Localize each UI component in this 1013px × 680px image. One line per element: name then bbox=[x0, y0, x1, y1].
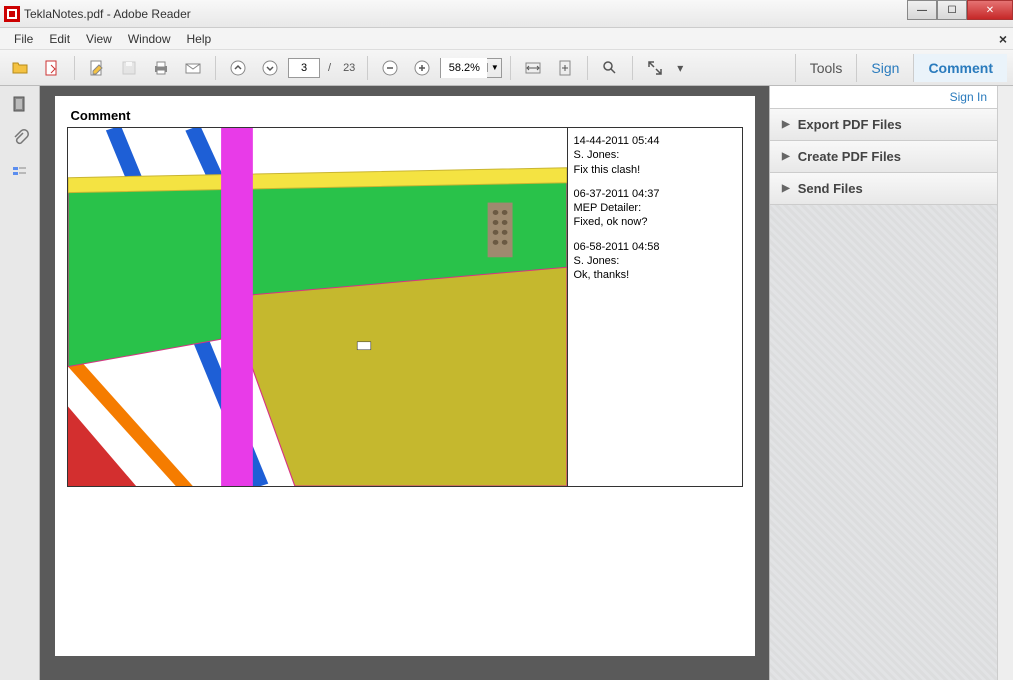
titlebar: TeklaNotes.pdf - Adobe Reader — ☐ ✕ bbox=[0, 0, 1013, 28]
accordion-create-pdf[interactable]: ▶ Create PDF Files bbox=[770, 141, 997, 173]
zoom-in-icon[interactable] bbox=[408, 54, 436, 82]
bookmarks-icon[interactable] bbox=[10, 162, 30, 182]
comment-author: S. Jones: bbox=[574, 254, 736, 268]
toolbar-separator bbox=[74, 56, 75, 80]
menu-help[interactable]: Help bbox=[179, 30, 220, 48]
comment-author: S. Jones: bbox=[574, 148, 736, 162]
read-mode-icon[interactable] bbox=[641, 54, 669, 82]
comment-tab[interactable]: Comment bbox=[913, 54, 1007, 82]
page-separator: / bbox=[324, 62, 335, 74]
model-render bbox=[68, 128, 567, 486]
sign-in-link[interactable]: Sign In bbox=[770, 86, 997, 109]
page-total: 23 bbox=[339, 62, 359, 74]
convert-icon[interactable] bbox=[38, 54, 66, 82]
chevron-right-icon: ▶ bbox=[782, 183, 790, 194]
menubar: File Edit View Window Help × bbox=[0, 28, 1013, 50]
toolbar-right: Tools Sign Comment bbox=[795, 54, 1007, 82]
attachments-icon[interactable] bbox=[10, 128, 30, 148]
minimize-button[interactable]: — bbox=[907, 0, 937, 20]
toolbar-separator bbox=[632, 56, 633, 80]
chevron-right-icon: ▶ bbox=[782, 151, 790, 162]
save-icon[interactable] bbox=[115, 54, 143, 82]
page-content: 14-44-2011 05:44 S. Jones: Fix this clas… bbox=[67, 127, 743, 487]
accordion-label: Create PDF Files bbox=[798, 149, 901, 164]
search-icon[interactable] bbox=[596, 54, 624, 82]
right-panel: Sign In ▶ Export PDF Files ▶ Create PDF … bbox=[769, 86, 997, 680]
zoom-input-group[interactable]: ▼ bbox=[440, 58, 502, 78]
zoom-out-icon[interactable] bbox=[376, 54, 404, 82]
comment-text: Fixed, ok now? bbox=[574, 215, 736, 229]
thumbnails-icon[interactable] bbox=[10, 94, 30, 114]
toolbar-separator bbox=[587, 56, 588, 80]
toolbar-separator bbox=[367, 56, 368, 80]
accordion-label: Send Files bbox=[798, 181, 863, 196]
comment-timestamp: 14-44-2011 05:44 bbox=[574, 134, 736, 148]
more-dropdown-icon[interactable]: ▾ bbox=[673, 54, 687, 82]
page-up-icon[interactable] bbox=[224, 54, 252, 82]
window-controls: — ☐ ✕ bbox=[907, 0, 1013, 20]
render-view bbox=[68, 128, 567, 486]
panel-fill bbox=[770, 205, 997, 680]
email-icon[interactable] bbox=[179, 54, 207, 82]
menu-view[interactable]: View bbox=[78, 30, 120, 48]
comment-author: MEP Detailer: bbox=[574, 201, 736, 215]
chevron-right-icon: ▶ bbox=[782, 119, 790, 130]
zoom-input[interactable] bbox=[441, 58, 487, 78]
accordion-export-pdf[interactable]: ▶ Export PDF Files bbox=[770, 109, 997, 141]
page-number-input[interactable] bbox=[288, 58, 320, 78]
vertical-scrollbar[interactable] bbox=[997, 86, 1013, 680]
print-icon[interactable] bbox=[147, 54, 175, 82]
comment-text: Fix this clash! bbox=[574, 163, 736, 177]
toolbar-separator bbox=[215, 56, 216, 80]
edit-icon[interactable] bbox=[83, 54, 111, 82]
app-icon bbox=[4, 6, 20, 22]
comment-entry: 06-37-2011 04:37 MEP Detailer: Fixed, ok… bbox=[574, 187, 736, 230]
comment-timestamp: 06-37-2011 04:37 bbox=[574, 187, 736, 201]
pdf-page: Comment bbox=[55, 96, 755, 656]
toolbar-separator bbox=[510, 56, 511, 80]
open-icon[interactable] bbox=[6, 54, 34, 82]
fit-width-icon[interactable] bbox=[519, 54, 547, 82]
window-title: TeklaNotes.pdf - Adobe Reader bbox=[24, 7, 191, 21]
document-area[interactable]: Comment bbox=[40, 86, 769, 680]
toolbar: / 23 ▼ ▾ Tools Sign Comment bbox=[0, 50, 1013, 86]
zoom-dropdown-icon[interactable]: ▼ bbox=[487, 63, 501, 72]
comment-entry: 14-44-2011 05:44 S. Jones: Fix this clas… bbox=[574, 134, 736, 177]
maximize-button[interactable]: ☐ bbox=[937, 0, 967, 20]
sign-tab[interactable]: Sign bbox=[856, 54, 913, 82]
comment-text: Ok, thanks! bbox=[574, 268, 736, 282]
comment-entry: 06-58-2011 04:58 S. Jones: Ok, thanks! bbox=[574, 240, 736, 283]
main-area: Comment bbox=[0, 86, 1013, 680]
document-close-icon[interactable]: × bbox=[999, 31, 1007, 47]
sidebar-left bbox=[0, 86, 40, 680]
close-button[interactable]: ✕ bbox=[967, 0, 1013, 20]
menu-edit[interactable]: Edit bbox=[41, 30, 78, 48]
accordion-send-files[interactable]: ▶ Send Files bbox=[770, 173, 997, 205]
menu-window[interactable]: Window bbox=[120, 30, 179, 48]
fit-page-icon[interactable] bbox=[551, 54, 579, 82]
page-heading: Comment bbox=[71, 108, 743, 123]
menu-file[interactable]: File bbox=[6, 30, 41, 48]
page-down-icon[interactable] bbox=[256, 54, 284, 82]
comments-column: 14-44-2011 05:44 S. Jones: Fix this clas… bbox=[567, 128, 742, 486]
tools-tab[interactable]: Tools bbox=[795, 54, 857, 82]
comment-timestamp: 06-58-2011 04:58 bbox=[574, 240, 736, 254]
accordion-label: Export PDF Files bbox=[798, 117, 902, 132]
